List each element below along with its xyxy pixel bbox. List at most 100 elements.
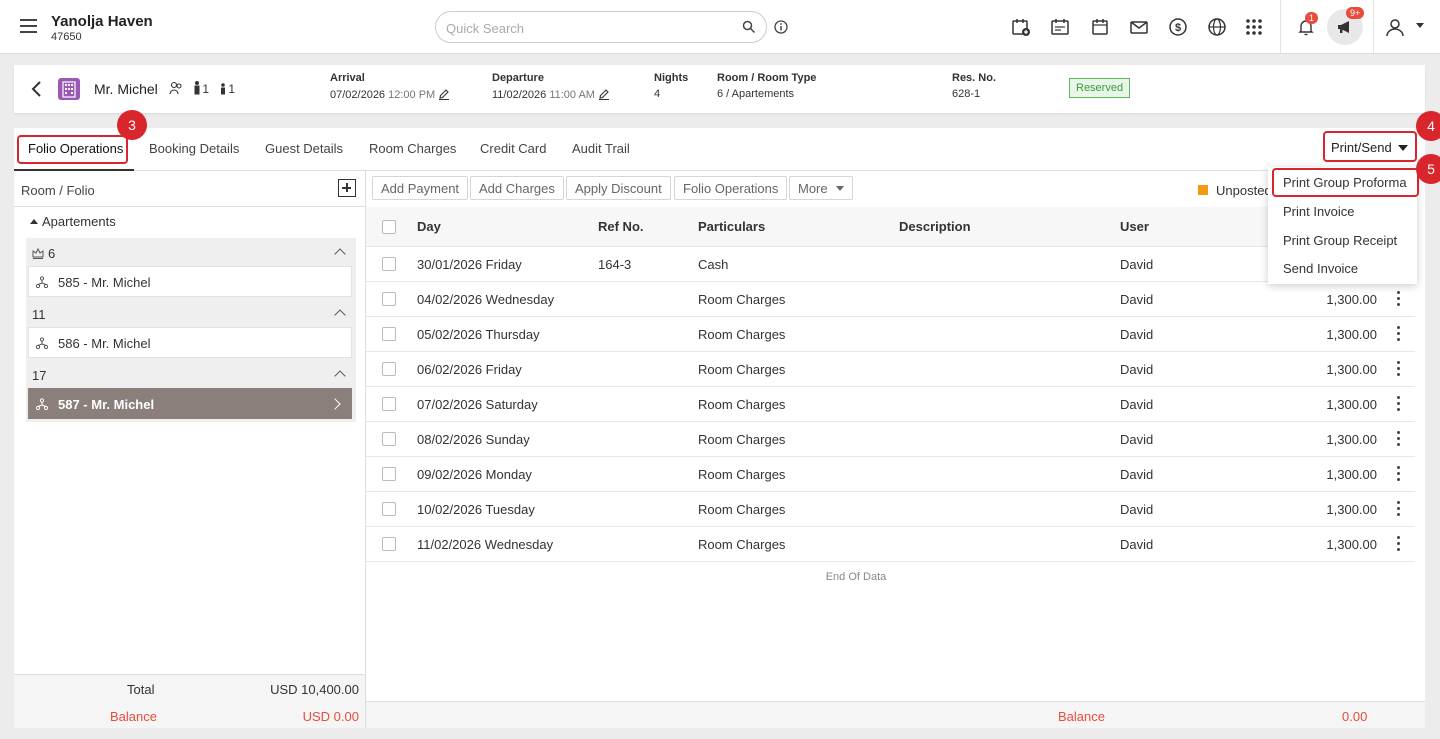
- menu-item-print-group-receipt[interactable]: Print Group Receipt: [1283, 233, 1397, 248]
- hamburger-menu-icon[interactable]: [20, 19, 37, 33]
- edit-icon[interactable]: [598, 88, 610, 100]
- room-number[interactable]: 11: [32, 307, 46, 322]
- cell-user: David: [1120, 502, 1154, 517]
- cell-amount: 1,300.00: [1326, 432, 1377, 447]
- column-day[interactable]: Day: [417, 219, 441, 234]
- cell-day: 08/02/2026 Sunday: [417, 432, 530, 447]
- table-row[interactable]: 30/01/2026 Friday 164-3 Cash David: [366, 247, 1415, 282]
- table-row[interactable]: 05/02/2026 Thursday Room Charges David 1,30…: [366, 317, 1415, 352]
- apply-discount-button[interactable]: Apply Discount: [566, 176, 671, 200]
- folio-item[interactable]: 585 - Mr. Michel: [28, 266, 352, 297]
- apps-grid-icon[interactable]: [1244, 17, 1264, 37]
- row-checkbox[interactable]: [382, 467, 396, 481]
- cell-particulars: Room Charges: [698, 537, 786, 552]
- add-charges-button[interactable]: Add Charges: [470, 176, 564, 200]
- calendar-check-icon[interactable]: [1050, 17, 1070, 37]
- globe-icon[interactable]: [1207, 17, 1227, 37]
- room-type-group[interactable]: Apartements: [30, 214, 116, 229]
- row-menu-icon[interactable]: [1397, 361, 1401, 377]
- row-menu-icon[interactable]: [1397, 536, 1401, 552]
- calendar-add-icon[interactable]: [1011, 17, 1031, 37]
- select-all-checkbox[interactable]: [382, 220, 396, 234]
- column-particulars[interactable]: Particulars: [698, 219, 765, 234]
- row-menu-icon[interactable]: [1397, 466, 1401, 482]
- column-ref-no[interactable]: Ref No.: [598, 219, 644, 234]
- cell-particulars: Room Charges: [698, 502, 786, 517]
- add-payment-button[interactable]: Add Payment: [372, 176, 469, 200]
- add-folio-icon[interactable]: [338, 179, 356, 197]
- cell-day: 11/02/2026 Wednesday: [417, 537, 554, 552]
- folio-item[interactable]: 586 - Mr. Michel: [28, 327, 352, 358]
- search-placeholder: Quick Search: [446, 21, 525, 36]
- table-row[interactable]: 04/02/2026 Wednesday Room Charges David 1,3…: [366, 282, 1415, 317]
- guest-occupancy: 1 1: [169, 81, 235, 96]
- row-checkbox[interactable]: [382, 432, 396, 446]
- guests-icon: [169, 81, 182, 95]
- cell-day: 04/02/2026 Wednesday: [417, 292, 555, 307]
- row-menu-icon[interactable]: [1397, 501, 1401, 517]
- tab-guest-details[interactable]: Guest Details: [265, 141, 343, 156]
- tab-room-charges[interactable]: Room Charges: [369, 141, 456, 156]
- mail-icon[interactable]: [1129, 17, 1149, 37]
- cell-amount: 1,300.00: [1326, 397, 1377, 412]
- cell-day: 07/02/2026 Saturday: [417, 397, 538, 412]
- row-checkbox[interactable]: [382, 292, 396, 306]
- row-menu-icon[interactable]: [1397, 396, 1401, 412]
- search-icon[interactable]: [742, 20, 756, 34]
- cell-particulars: Room Charges: [698, 397, 786, 412]
- tab-credit-card[interactable]: Credit Card: [480, 141, 546, 156]
- table-row[interactable]: 11/02/2026 Wednesday Room Charges David 1,3…: [366, 527, 1415, 562]
- table-row[interactable]: 07/02/2026 Saturday Room Charges David 1,30…: [366, 387, 1415, 422]
- table-row[interactable]: 08/02/2026 Sunday Room Charges David 1,300.…: [366, 422, 1415, 457]
- nights-value: 4: [654, 88, 661, 100]
- adult-icon: [194, 81, 200, 95]
- room-number-label: 6: [48, 246, 56, 261]
- tab-booking-details[interactable]: Booking Details: [149, 141, 239, 156]
- info-icon[interactable]: [774, 20, 788, 34]
- arrival-label: Arrival: [330, 72, 365, 84]
- transactions-balance: Balance 0.00: [366, 701, 1425, 728]
- chevron-up-icon[interactable]: [334, 370, 346, 382]
- row-menu-icon[interactable]: [1397, 431, 1401, 447]
- menu-item-send-invoice[interactable]: Send Invoice: [1283, 261, 1358, 276]
- column-description[interactable]: Description: [899, 219, 971, 234]
- folio-operations-button[interactable]: Folio Operations: [674, 176, 788, 200]
- cell-day: 10/02/2026 Tuesday: [417, 502, 535, 517]
- row-checkbox[interactable]: [382, 397, 396, 411]
- row-menu-icon[interactable]: [1397, 326, 1401, 342]
- crown-icon: [32, 247, 44, 259]
- room-folio-title: Room / Folio: [21, 183, 95, 198]
- tab-bar: Folio Operations Booking Details Guest D…: [14, 128, 1425, 171]
- row-checkbox[interactable]: [382, 537, 396, 551]
- user-icon[interactable]: [1385, 17, 1405, 37]
- caret-down-icon: [835, 186, 844, 191]
- cell-amount: 1,300.00: [1326, 362, 1377, 377]
- table-row[interactable]: 09/02/2026 Monday Room Charges David 1,300.…: [366, 457, 1415, 492]
- folio-totals: Total USD 10,400.00 Balance USD 0.00: [14, 674, 365, 728]
- chevron-up-icon[interactable]: [334, 309, 346, 321]
- column-user[interactable]: User: [1120, 219, 1149, 234]
- folio-item-selected[interactable]: 587 - Mr. Michel: [28, 388, 352, 419]
- quick-search-input[interactable]: Quick Search: [435, 11, 767, 43]
- room-number[interactable]: 17: [32, 368, 46, 383]
- row-checkbox[interactable]: [382, 327, 396, 341]
- table-row[interactable]: 10/02/2026 Tuesday Room Charges David 1,300…: [366, 492, 1415, 527]
- more-button[interactable]: More: [789, 176, 853, 200]
- row-checkbox[interactable]: [382, 257, 396, 271]
- room-type-value: 6 / Apartements: [717, 88, 795, 100]
- room-number[interactable]: 6: [32, 246, 55, 261]
- table-row[interactable]: 06/02/2026 Friday Room Charges David 1,300.…: [366, 352, 1415, 387]
- calendar-icon[interactable]: [1090, 17, 1110, 37]
- menu-item-print-invoice[interactable]: Print Invoice: [1283, 204, 1355, 219]
- edit-icon[interactable]: [438, 88, 450, 100]
- dollar-icon[interactable]: $: [1168, 17, 1188, 37]
- row-menu-icon[interactable]: [1397, 291, 1401, 307]
- chevron-up-icon[interactable]: [334, 248, 346, 260]
- hotel-id: 47650: [51, 31, 82, 43]
- row-checkbox[interactable]: [382, 362, 396, 376]
- tab-audit-trail[interactable]: Audit Trail: [572, 141, 630, 156]
- row-checkbox[interactable]: [382, 502, 396, 516]
- chevron-down-icon[interactable]: [1415, 22, 1425, 30]
- back-arrow-icon[interactable]: [30, 80, 42, 98]
- cell-day: 05/02/2026 Thursday: [417, 327, 540, 342]
